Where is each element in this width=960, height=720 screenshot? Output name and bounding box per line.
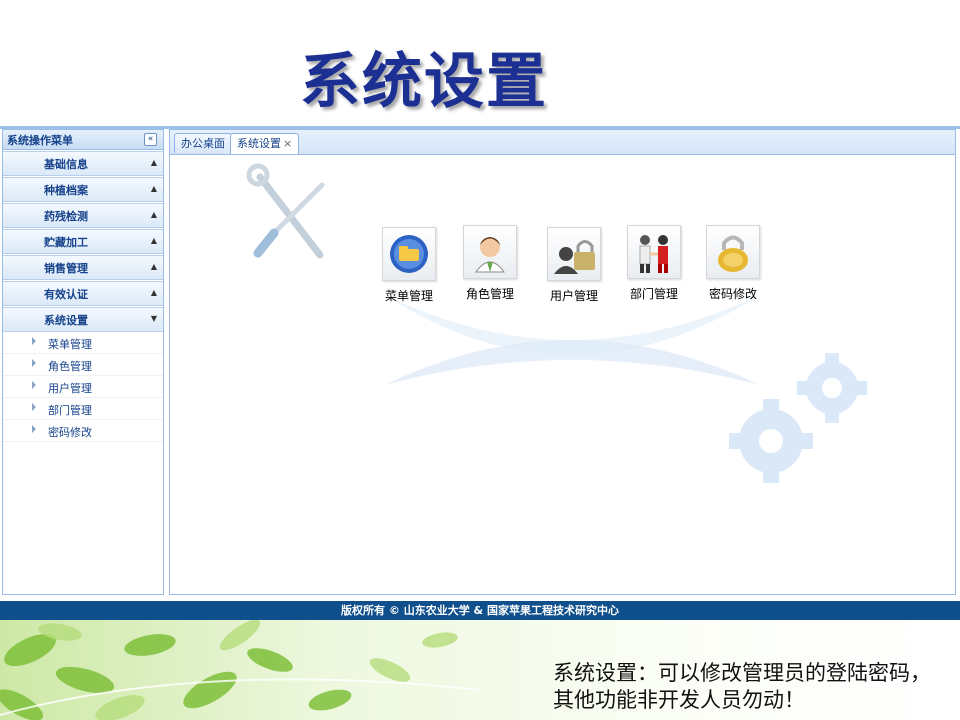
chevron-up-icon: ▲ — [150, 158, 158, 167]
chevron-down-icon: ▼ — [150, 314, 158, 323]
slide-title: 系统设置 — [300, 47, 548, 117]
sidebar-item-user-management[interactable]: 用户管理 — [3, 376, 163, 398]
tile-department-management[interactable]: 部门管理 — [614, 225, 694, 302]
tile-label: 密码修改 — [708, 287, 757, 301]
chevron-up-icon: ▲ — [150, 210, 158, 219]
tile-user-management[interactable]: 用户管理 — [534, 227, 614, 304]
tab-strip: 办公桌面 系统设置 × — [170, 130, 955, 155]
footer-bar: 版权所有 © 山东农业大学 & 国家苹果工程技术研究中心 — [0, 601, 960, 620]
bullet-arrow-icon — [32, 403, 36, 411]
chevron-up-icon: ▲ — [150, 288, 158, 297]
sidebar-group-label: 有效认证 — [44, 288, 88, 301]
desktop-background — [246, 163, 867, 483]
desktop-area: 菜单管理 角色管理 用户管理 部门管理 密码修改 — [170, 155, 955, 594]
sidebar-title: 系统操作菜单 — [7, 134, 73, 147]
sidebar-group-certification[interactable]: 有效认证 ▲ — [3, 281, 163, 306]
tile-menu-management[interactable]: 菜单管理 — [369, 227, 449, 304]
chevron-up-icon: ▲ — [150, 236, 158, 245]
user-avatar-icon — [463, 225, 517, 279]
tab-label: 系统设置 — [237, 137, 281, 150]
tile-password-change[interactable]: 密码修改 — [693, 225, 773, 302]
swoosh-arc — [385, 340, 760, 385]
tab-office-desktop[interactable]: 办公桌面 — [174, 133, 232, 153]
bullet-arrow-icon — [32, 381, 36, 389]
gold-lock-icon — [706, 225, 760, 279]
sidebar-item-label: 菜单管理 — [48, 338, 92, 351]
sidebar-item-role-management[interactable]: 角色管理 — [3, 354, 163, 376]
sidebar-item-menu-management[interactable]: 菜单管理 — [3, 332, 163, 354]
tab-label: 办公桌面 — [181, 137, 225, 150]
sidebar-item-password-change[interactable]: 密码修改 — [3, 420, 163, 442]
gear-icon — [729, 399, 813, 483]
bullet-arrow-icon — [32, 359, 36, 367]
sidebar-item-label: 用户管理 — [48, 382, 92, 395]
main-panel: 办公桌面 系统设置 × 菜单管理 角色管理 用户管理 部门管理 密码修改 — [169, 129, 956, 595]
gear-icon — [797, 353, 867, 423]
bullet-arrow-icon — [32, 425, 36, 433]
user-lock-icon — [547, 227, 601, 281]
close-icon[interactable]: × — [283, 137, 292, 150]
chevron-up-icon: ▲ — [150, 184, 158, 193]
sidebar-item-label: 密码修改 — [48, 426, 92, 439]
sidebar-group-label: 基础信息 — [44, 158, 88, 171]
slide-caption: 系统设置：可以修改管理员的登陆密码，其他功能非开发人员勿动！ — [553, 661, 931, 712]
chevron-up-icon: ▲ — [150, 262, 158, 271]
tile-label: 角色管理 — [465, 287, 514, 301]
sidebar-group-label: 药残检测 — [44, 210, 88, 223]
sidebar-group-storage-processing[interactable]: 贮藏加工 ▲ — [3, 229, 163, 254]
tile-label: 部门管理 — [629, 287, 678, 301]
sidebar-group-sales[interactable]: 销售管理 ▲ — [3, 255, 163, 280]
tile-label: 菜单管理 — [384, 289, 433, 303]
sidebar-group-label: 种植档案 — [44, 184, 88, 197]
handshake-icon — [627, 225, 681, 279]
folder-globe-icon — [382, 227, 436, 281]
sidebar-item-label: 部门管理 — [48, 404, 92, 417]
sidebar-collapse-icon[interactable]: « — [144, 133, 157, 146]
sidebar: 系统操作菜单 « 基础信息 ▲ 种植档案 ▲ 药残检测 ▲ 贮藏加工 ▲ 销售管… — [2, 129, 164, 595]
sidebar-item-label: 角色管理 — [48, 360, 92, 373]
sidebar-group-label: 销售管理 — [44, 262, 88, 275]
app-window: 系统操作菜单 « 基础信息 ▲ 种植档案 ▲ 药残检测 ▲ 贮藏加工 ▲ 销售管… — [0, 126, 960, 620]
tile-label: 用户管理 — [549, 289, 598, 303]
sidebar-group-basic-info[interactable]: 基础信息 ▲ — [3, 151, 163, 176]
tools-icon — [246, 163, 325, 259]
sidebar-group-planting-archive[interactable]: 种植档案 ▲ — [3, 177, 163, 202]
sidebar-group-residue-test[interactable]: 药残检测 ▲ — [3, 203, 163, 228]
sidebar-group-label: 系统设置 — [44, 314, 88, 327]
copyright-text: 版权所有 © 山东农业大学 & 国家苹果工程技术研究中心 — [341, 604, 619, 617]
bullet-arrow-icon — [32, 337, 36, 345]
sidebar-group-system-settings[interactable]: 系统设置 ▼ — [3, 307, 163, 332]
sidebar-item-department-management[interactable]: 部门管理 — [3, 398, 163, 420]
sidebar-header: 系统操作菜单 « — [3, 130, 163, 150]
tile-role-management[interactable]: 角色管理 — [450, 225, 530, 302]
sidebar-group-label: 贮藏加工 — [44, 236, 88, 249]
tab-system-settings[interactable]: 系统设置 × — [230, 133, 300, 154]
